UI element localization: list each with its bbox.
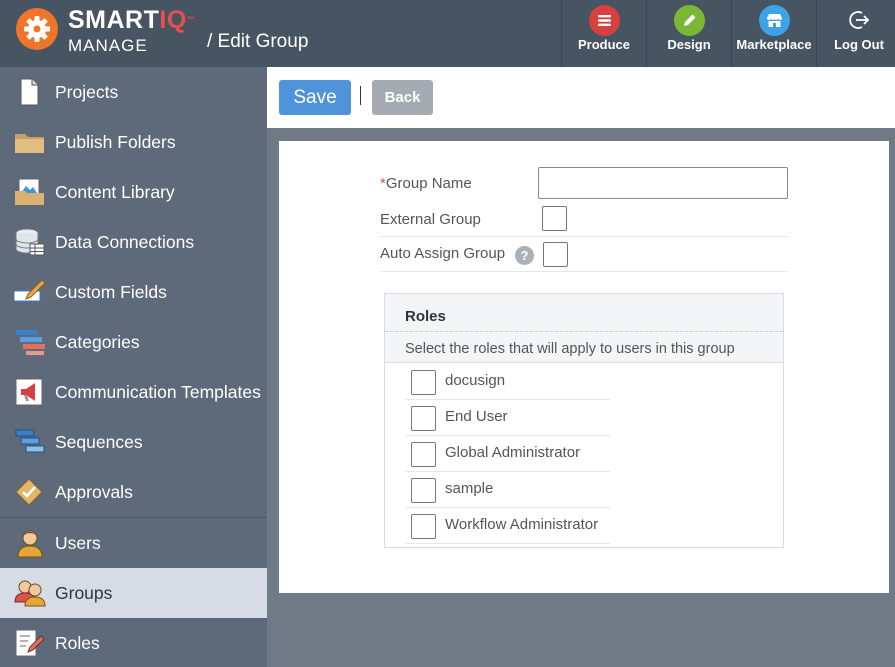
brand-iq: IQ	[159, 6, 187, 34]
nav-produce-label: Produce	[577, 37, 630, 52]
nav-logout[interactable]: Log Out	[816, 0, 895, 67]
sidebar-item-label: Custom Fields	[55, 282, 167, 302]
sidebar-item-sequences[interactable]: Sequences	[0, 417, 267, 467]
roles-subtitle: Select the roles that will apply to user…	[405, 341, 735, 357]
sidebar-item-label: Users	[55, 533, 101, 553]
auto-assign-row: Auto Assign Group	[380, 237, 788, 272]
edit-group-form: *Group Name External Group Auto Assign G…	[279, 141, 889, 593]
group-name-input[interactable]	[538, 167, 788, 199]
roles-title: Roles	[405, 308, 446, 325]
roles-header: Roles	[385, 294, 783, 332]
image-folder-icon	[14, 177, 46, 207]
nav-produce[interactable]: Produce	[561, 0, 646, 67]
nav-marketplace[interactable]: Marketplace	[731, 0, 816, 67]
database-icon	[14, 227, 46, 257]
produce-icon	[589, 5, 620, 36]
toolbar-divider	[360, 86, 361, 105]
page-title: / Edit Group	[207, 31, 309, 52]
role-row-sample[interactable]: sample	[405, 472, 610, 508]
document-icon	[14, 77, 46, 107]
back-button[interactable]: Back	[372, 80, 433, 115]
folder-icon	[14, 127, 46, 157]
group-name-label-text: Group Name	[385, 175, 472, 192]
role-row-global-administrator[interactable]: Global Administrator	[405, 436, 610, 472]
role-checkbox[interactable]	[411, 514, 436, 539]
roles-icon	[14, 628, 46, 658]
store-icon	[759, 5, 790, 36]
external-group-checkbox[interactable]	[542, 206, 567, 231]
group-name-label: *Group Name	[380, 175, 472, 193]
sidebar-item-groups[interactable]: Groups	[0, 568, 267, 618]
edit-field-icon	[13, 277, 46, 307]
role-row-workflow-administrator[interactable]: Workflow Administrator	[405, 508, 610, 544]
sidebar-item-communication-templates[interactable]: Communication Templates	[0, 367, 267, 417]
brand-trademark: ™	[186, 15, 196, 24]
app-header: SMARTIQ™ MANAGE / Edit Group Produce Des…	[0, 0, 895, 67]
role-checkbox[interactable]	[411, 478, 436, 503]
roles-subheader: Select the roles that will apply to user…	[385, 333, 783, 363]
user-icon	[14, 528, 46, 558]
external-group-row: External Group	[380, 203, 788, 237]
sidebar-item-projects[interactable]: Projects	[0, 67, 267, 117]
logout-icon	[844, 5, 875, 36]
sequences-icon	[14, 427, 46, 457]
sidebar-item-roles[interactable]: Roles	[0, 618, 267, 667]
sidebar-item-label: Data Connections	[55, 232, 195, 252]
role-checkbox[interactable]	[411, 370, 436, 395]
save-button[interactable]: Save	[279, 80, 351, 115]
sidebar-item-label: Publish Folders	[55, 132, 176, 152]
sidebar-item-label: Content Library	[55, 182, 175, 202]
smartiq-gear-logo-icon[interactable]	[16, 8, 58, 50]
sidebar-item-custom-fields[interactable]: Custom Fields	[0, 267, 267, 317]
approval-icon	[14, 477, 46, 507]
role-checkbox[interactable]	[411, 442, 436, 467]
sidebar-item-approvals[interactable]: Approvals	[0, 467, 267, 517]
role-checkbox[interactable]	[411, 406, 436, 431]
nav-design-label: Design	[667, 37, 711, 52]
role-label: End User	[445, 408, 508, 425]
categories-icon	[14, 327, 46, 357]
pencil-icon	[674, 5, 705, 36]
megaphone-icon	[14, 377, 46, 407]
group-icon	[14, 578, 46, 608]
sidebar-item-label: Communication Templates	[55, 382, 261, 402]
sidebar-item-content-library[interactable]: Content Library	[0, 167, 267, 217]
nav-design[interactable]: Design	[646, 0, 731, 67]
auto-assign-label: Auto Assign Group	[380, 245, 506, 262]
sidebar-item-label: Approvals	[55, 482, 133, 502]
sidebar-item-data-connections[interactable]: Data Connections	[0, 217, 267, 267]
external-group-label: External Group	[380, 211, 481, 228]
action-toolbar: Save Back	[267, 67, 895, 128]
sidebar-item-label: Roles	[55, 633, 100, 653]
sidebar-item-users[interactable]: Users	[0, 518, 267, 568]
brand-wordmark: SMARTIQ™	[68, 5, 195, 35]
sidebar-item-publish-folders[interactable]: Publish Folders	[0, 117, 267, 167]
sidebar: Projects Publish Folders Content Library…	[0, 67, 267, 667]
role-label: sample	[445, 480, 494, 497]
role-label: Global Administrator	[445, 444, 581, 461]
role-row-docusign[interactable]: docusign	[405, 364, 610, 400]
role-label: docusign	[445, 372, 506, 389]
sidebar-item-label: Sequences	[55, 432, 143, 452]
nav-marketplace-label: Marketplace	[736, 37, 812, 52]
help-icon[interactable]: ?	[515, 246, 534, 265]
brand-subtitle: MANAGE	[68, 36, 148, 55]
roles-panel: Roles Select the roles that will apply t…	[384, 293, 784, 548]
nav-logout-label: Log Out	[834, 37, 884, 52]
sidebar-item-categories[interactable]: Categories	[0, 317, 267, 367]
sidebar-item-label: Groups	[55, 583, 113, 603]
brand-smart: SMART	[68, 6, 160, 34]
auto-assign-checkbox[interactable]	[543, 242, 568, 267]
role-row-end-user[interactable]: End User	[405, 400, 610, 436]
sidebar-item-label: Projects	[55, 82, 119, 102]
role-label: Workflow Administrator	[445, 516, 599, 533]
sidebar-item-label: Categories	[55, 332, 140, 352]
